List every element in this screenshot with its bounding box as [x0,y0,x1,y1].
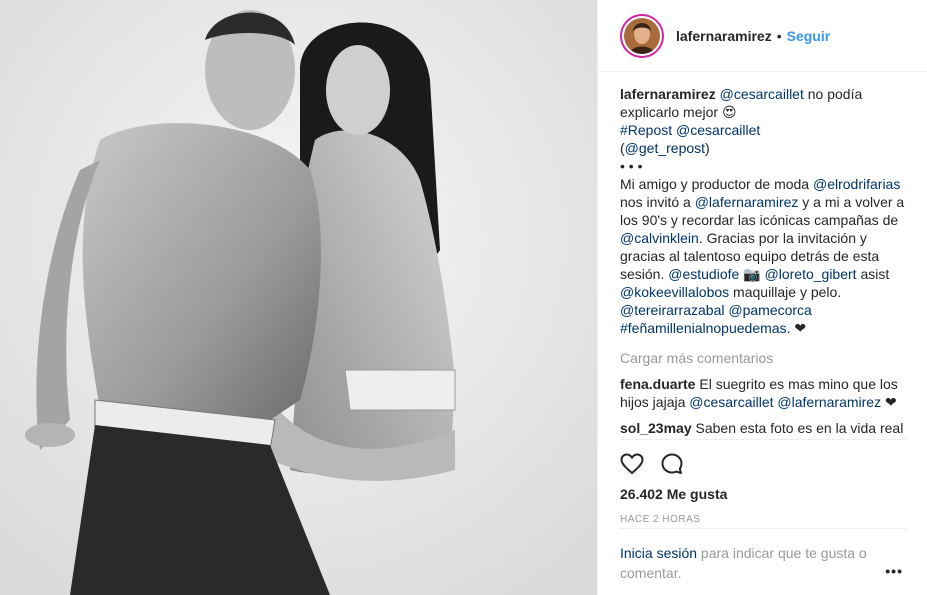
post-actions: 26.402 Me gusta HACE 2 HORAS [620,439,907,529]
header-username[interactable]: lafernaramirez [676,28,772,44]
comment-username[interactable]: sol_23may [620,420,692,436]
comment: fena.duarte El suegrito es mas mino que … [620,375,908,411]
caption-text: ) [705,140,710,156]
post-header: lafernaramirez • Seguir [598,0,927,72]
comment: sol_23may Saben esta foto es en la vida … [620,419,908,439]
mention-link[interactable]: @lafernaramirez [695,194,799,210]
comments-section[interactable]: lafernaramirez @cesarcaillet no podía ex… [598,73,927,439]
mention-link[interactable]: @loreto_gibert [765,266,857,282]
caption-text: maquillaje y pelo. [729,284,842,300]
mention-link[interactable]: @kokeevillalobos [620,284,729,300]
separator-dot: • [776,27,782,44]
caption: lafernaramirez @cesarcaillet no podía ex… [620,85,908,337]
heart-emoji: ❤ [881,394,897,410]
action-icons [620,440,907,486]
hashtag-link[interactable]: #Repost [620,122,672,138]
avatar-image [624,17,660,54]
follow-button[interactable]: Seguir [787,28,831,44]
caption-dots: • • • [620,158,643,174]
timestamp: HACE 2 HORAS [620,514,701,525]
mention-link[interactable]: @get_repost [625,140,705,156]
caption-username[interactable]: lafernaramirez [620,86,716,102]
comment-bubble-icon[interactable] [660,452,684,476]
avatar[interactable] [620,13,664,58]
more-options-icon[interactable]: ••• [885,563,903,579]
camera-icon: 📷 [743,266,761,282]
likes-count[interactable]: 26.402 Me gusta [620,486,907,502]
load-more-comments[interactable]: Cargar más comentarios [620,349,908,367]
mention-link[interactable]: @cesarcaillet [689,394,773,410]
mention-link[interactable]: @estudiofe [668,266,739,282]
caption-text: nos invitó a [620,194,695,210]
mention-link[interactable]: @elrodrifarias [813,176,900,192]
mention-link[interactable]: @cesarcaillet [676,122,760,138]
caption-text: Mi amigo y productor de moda [620,176,813,192]
instagram-post: lafernaramirez • Seguir lafernaramirez @… [0,0,927,595]
heart-outline-icon[interactable] [620,452,644,476]
mention-link[interactable]: @cesarcaillet [720,86,804,102]
comment-username[interactable]: fena.duarte [620,376,695,392]
login-prompt: Inicia sesión para indicar que te gusta … [620,528,907,583]
login-link[interactable]: Inicia sesión [620,545,697,561]
heart-emoji: ❤ [794,320,807,336]
post-photo[interactable] [0,0,597,595]
mention-link[interactable]: @pamecorca [728,302,811,318]
photo-artwork [0,0,597,595]
post-sidebar: lafernaramirez • Seguir lafernaramirez @… [597,0,927,595]
emoji: 😍 [721,104,737,120]
mention-link[interactable]: @calvinklein [620,230,699,246]
mention-link[interactable]: @lafernaramirez [777,394,881,410]
mention-link[interactable]: @tereirarrazabal [620,302,724,318]
caption-text: asist [856,266,890,282]
hashtag-link[interactable]: #feñamillenialnopuedemas [620,320,787,336]
